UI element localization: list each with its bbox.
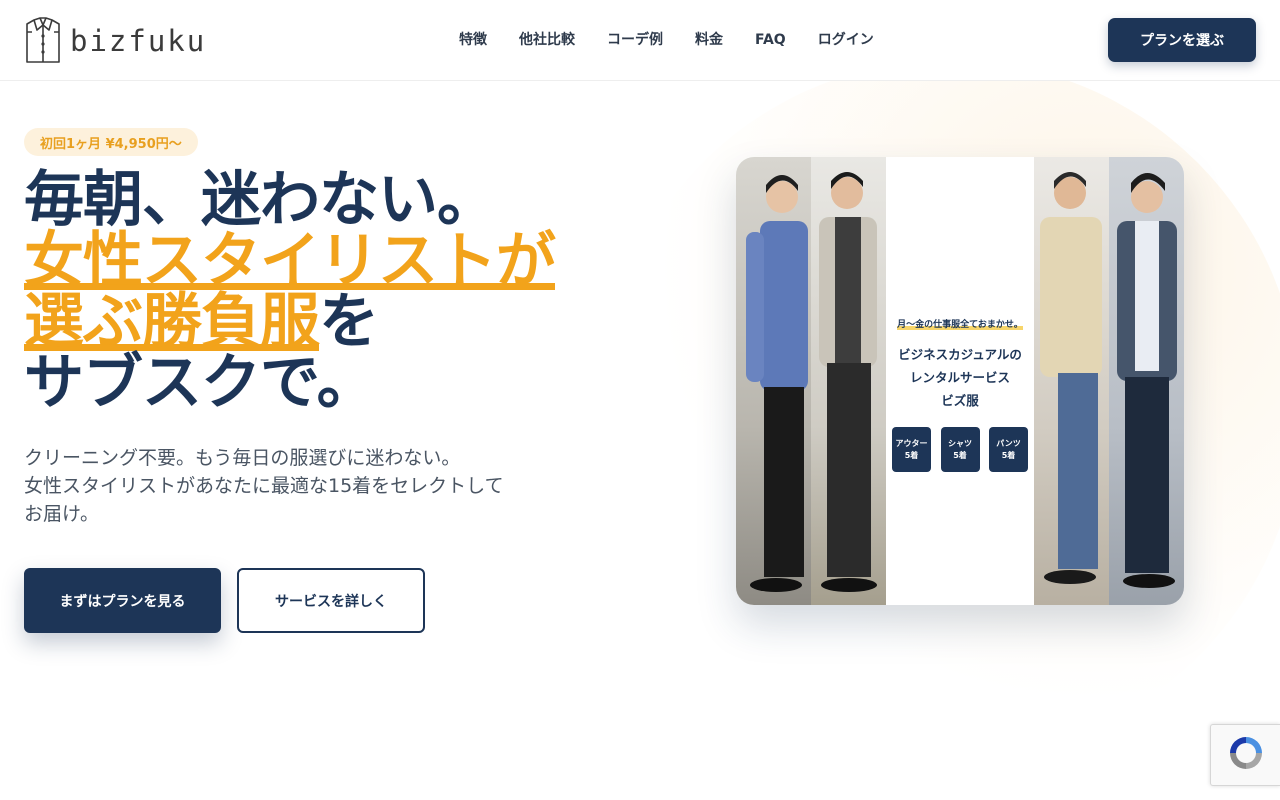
nav-outfit-examples[interactable]: コーデ例: [607, 30, 663, 50]
recaptcha-icon: [1224, 731, 1268, 779]
model-photo-1: [736, 157, 811, 605]
card-title: ビジネスカジュアルの レンタルサービス ビズ服: [898, 347, 1022, 408]
pill-pants: パンツ 5着: [989, 427, 1028, 472]
hero-image: 月〜金の仕事服全ておまかせ。 ビジネスカジュアルの レンタルサービス ビズ服 ア…: [736, 157, 1184, 605]
headline-line-1: 毎朝、迷わない。: [24, 165, 497, 235]
lead-line-1: クリーニング不要。もう毎日の服選びに迷わない。: [24, 447, 461, 469]
logo-text: bizfuku: [70, 24, 207, 58]
model-photo-4: [1109, 157, 1184, 605]
nav-pricing[interactable]: 料金: [695, 30, 723, 50]
hero-lead: クリーニング不要。もう毎日の服選びに迷わない。 女性スタイリストがあなたに最適な…: [24, 444, 564, 528]
shirt-logo-icon: [24, 16, 62, 64]
pill-outer: アウター 5着: [892, 427, 931, 472]
nav-faq[interactable]: FAQ: [755, 30, 786, 50]
model-photo-3: [1034, 157, 1109, 605]
hero-headline: 毎朝、迷わない。 女性スタイリストが 選ぶ勝負服を サブスクで。: [24, 170, 624, 414]
service-info-card: 月〜金の仕事服全ておまかせ。 ビジネスカジュアルの レンタルサービス ビズ服 ア…: [886, 157, 1034, 605]
model-photo-2: [811, 157, 886, 605]
site-header: bizfuku 特徴 他社比較 コーデ例 料金 FAQ ログイン プランを選ぶ: [0, 0, 1280, 81]
recaptcha-badge[interactable]: [1210, 724, 1280, 786]
price-badge: 初回1ヶ月 ¥4,950円〜: [24, 128, 198, 156]
headline-line-2: 女性スタイリストが: [24, 226, 556, 296]
main-nav: 特徴 他社比較 コーデ例 料金 FAQ ログイン: [459, 30, 906, 50]
pill-shirt: シャツ 5着: [940, 427, 980, 472]
headline-line-4: サブスクで。: [24, 348, 377, 418]
card-tagline: 月〜金の仕事服全ておまかせ。: [897, 320, 1023, 330]
logo[interactable]: bizfuku: [24, 16, 206, 64]
lead-line-2: 女性スタイリストがあなたに最適な15着をセレクトして: [24, 475, 504, 497]
nav-login[interactable]: ログイン: [818, 30, 874, 50]
nav-features[interactable]: 特徴: [459, 30, 487, 50]
item-count-pills: アウター 5着 シャツ 5着 パンツ 5着: [892, 427, 1028, 472]
choose-plan-button[interactable]: プランを選ぶ: [1108, 18, 1256, 62]
lead-line-3: お届け。: [24, 503, 100, 525]
nav-comparison[interactable]: 他社比較: [519, 30, 575, 50]
view-plans-button[interactable]: まずはプランを見る: [24, 568, 221, 633]
service-details-button[interactable]: サービスを詳しく: [237, 568, 425, 633]
headline-highlight: 選ぶ勝負服: [24, 287, 320, 357]
headline-line-3-rest: を: [319, 287, 379, 357]
